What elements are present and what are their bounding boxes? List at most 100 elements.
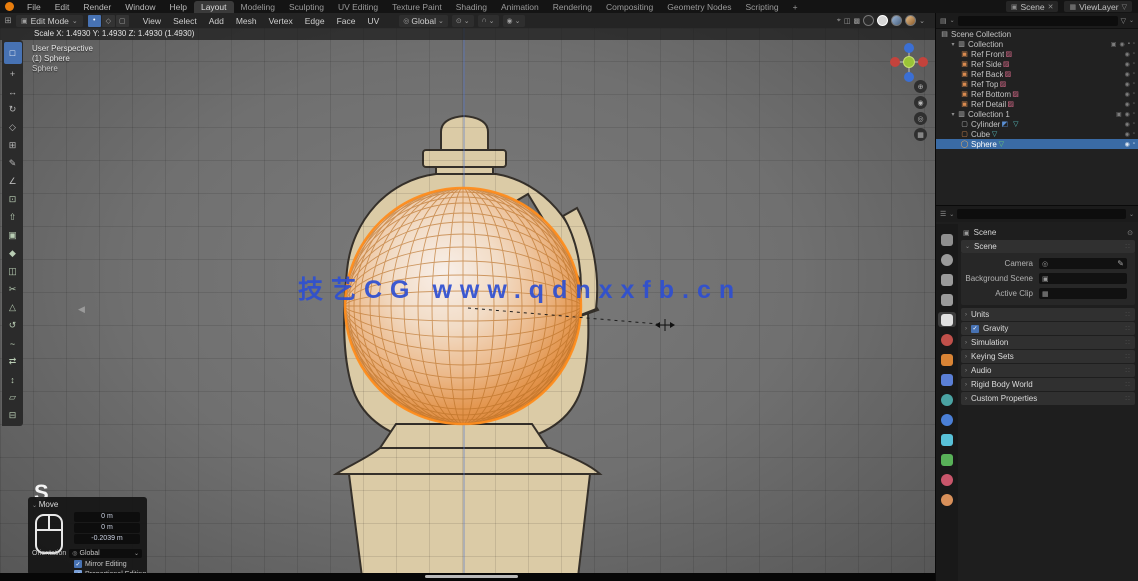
tab-particles[interactable] [938, 392, 956, 407]
unlink-icon[interactable]: ✕ [1048, 3, 1054, 11]
disable-render-icon[interactable]: ▫ [1133, 101, 1135, 108]
outliner-row-ref-detail[interactable]: ▣ Ref Detail ▨ ◉ ▫ [936, 99, 1138, 109]
tool-rip-region[interactable]: ⊟ [4, 407, 22, 424]
tab-render[interactable] [938, 252, 956, 267]
tab-object[interactable] [938, 352, 956, 367]
exclude-checkbox[interactable]: ▣ [1116, 111, 1122, 118]
outliner-row-collection[interactable]: ▾ ▥ Collection ▣ ◉ ▪ ▫ [936, 39, 1138, 49]
camera-field[interactable]: ◎ ✎ [1039, 258, 1127, 269]
axis-y-positive[interactable] [903, 56, 915, 68]
outliner-search-input[interactable] [958, 16, 1118, 26]
tool-loop-cut[interactable]: ◫ [4, 263, 22, 280]
menu-face[interactable]: Face [331, 16, 362, 26]
tool-select-box[interactable]: □ [4, 42, 22, 64]
tab-physics[interactable] [938, 412, 956, 427]
menu-window[interactable]: Window [118, 2, 162, 12]
outliner-row-cylinder[interactable]: ▢ Cylinder ◩ ▽ ◉ ▫ [936, 119, 1138, 129]
tab-material[interactable] [938, 472, 956, 487]
shading-wireframe-button[interactable] [863, 15, 874, 26]
tab-modifiers[interactable] [938, 372, 956, 387]
menu-select[interactable]: Select [167, 16, 203, 26]
gravity-checkbox[interactable]: ✓ [971, 325, 979, 333]
disable-render-icon[interactable]: ▫ [1133, 141, 1135, 148]
outliner-row-ref-front[interactable]: ▣ Ref Front ▨ ◉ ▫ [936, 49, 1138, 59]
tab-world[interactable] [938, 332, 956, 347]
hide-eye-icon[interactable]: ◉ [1125, 101, 1130, 108]
hide-eye-icon[interactable]: ◉ [1125, 71, 1130, 78]
tool-bevel[interactable]: ◆ [4, 245, 22, 262]
tab-constraints[interactable] [938, 432, 956, 447]
scene-selector[interactable]: ▣ Scene ✕ [1006, 1, 1059, 12]
tool-transform[interactable]: ⊞ [4, 137, 22, 154]
disable-render-icon[interactable]: ▫ [1133, 71, 1135, 78]
hide-eye-icon[interactable]: ◉ [1125, 141, 1130, 148]
tab-view-layer[interactable] [938, 292, 956, 307]
move-x-field[interactable]: 0 m [74, 512, 140, 522]
filter-icon[interactable]: ▽ [1122, 3, 1127, 11]
blender-logo-icon[interactable] [5, 2, 14, 11]
panel-simulation[interactable]: › Simulation :: [961, 336, 1135, 349]
panel-rigid-body-world[interactable]: › Rigid Body World :: [961, 378, 1135, 391]
workspace-tab-scripting[interactable]: Scripting [739, 1, 786, 13]
hide-eye-icon[interactable]: ◉ [1119, 41, 1124, 48]
disable-render-icon[interactable]: ▫ [1133, 51, 1135, 58]
disable-render-icon[interactable]: ▫ [1133, 81, 1135, 88]
viewport-canvas[interactable]: Scale X: 1.4930 Y: 1.4930 Z: 1.4930 (1.4… [0, 28, 935, 581]
hide-eye-icon[interactable]: ◉ [1125, 131, 1130, 138]
pivot-point-dropdown[interactable]: ⊙ ⌄ [452, 15, 474, 27]
tab-output[interactable] [938, 272, 956, 287]
workspace-tab-shading[interactable]: Shading [449, 1, 494, 13]
menu-edge[interactable]: Edge [299, 16, 331, 26]
tool-scale[interactable]: ◇ [4, 119, 22, 136]
menu-render[interactable]: Render [76, 2, 118, 12]
add-workspace-button[interactable]: + [786, 1, 805, 13]
disable-viewport-icon[interactable]: ▪ [1128, 41, 1130, 48]
tab-texture[interactable] [938, 492, 956, 507]
axis-x-negative[interactable] [890, 57, 900, 67]
orientation-dropdown[interactable]: ◎ Global ⌄ [69, 549, 142, 558]
face-select-button[interactable]: ▢ [116, 15, 129, 27]
panel-keying-sets[interactable]: › Keying Sets :: [961, 350, 1135, 363]
workspace-tab-geometry-nodes[interactable]: Geometry Nodes [660, 1, 738, 13]
hide-eye-icon[interactable]: ◉ [1125, 81, 1130, 88]
disable-render-icon[interactable]: ▫ [1133, 131, 1135, 138]
tool-cursor[interactable]: + [4, 65, 22, 82]
tool-rotate[interactable]: ↻ [4, 101, 22, 118]
filter-funnel-icon[interactable]: ▽ [1121, 17, 1126, 25]
tool-spin[interactable]: ↺ [4, 317, 22, 334]
tab-scene[interactable] [938, 312, 956, 327]
tool-edge-slide[interactable]: ⇄ [4, 353, 22, 370]
axis-z-positive[interactable] [904, 43, 914, 53]
editor-type-icon[interactable]: ⊞ [0, 15, 16, 26]
properties-search-input[interactable] [957, 209, 1126, 219]
pin-icon[interactable]: ⊙ [1127, 229, 1133, 237]
panel-units[interactable]: › Units :: [961, 308, 1135, 321]
workspace-tab-modeling[interactable]: Modeling [234, 1, 283, 13]
menu-file[interactable]: File [20, 2, 48, 12]
transform-orientation-dropdown[interactable]: ◎ Global ⌄ [399, 15, 448, 27]
workspace-tab-texture-paint[interactable]: Texture Paint [385, 1, 449, 13]
xray-icon[interactable]: ▩ [854, 17, 861, 25]
disable-render-icon[interactable]: ▫ [1133, 111, 1135, 118]
ortho-grid-icon[interactable]: ▦ [914, 128, 927, 141]
camera-view-icon[interactable]: ◎ [914, 112, 927, 125]
outliner-row-ref-bottom[interactable]: ▣ Ref Bottom ▨ ◉ ▫ [936, 89, 1138, 99]
outliner-display-mode-icon[interactable]: ▤ [940, 17, 947, 25]
disable-render-icon[interactable]: ▫ [1133, 41, 1135, 48]
tool-inset-faces[interactable]: ▣ [4, 227, 22, 244]
tool-smooth[interactable]: ~ [4, 335, 22, 352]
panel-gravity[interactable]: › ✓ Gravity :: [961, 322, 1135, 335]
eyedropper-icon[interactable]: ✎ [1117, 259, 1124, 268]
hide-eye-icon[interactable]: ◉ [1125, 61, 1130, 68]
menu-mesh[interactable]: Mesh [230, 16, 263, 26]
panel-audio[interactable]: › Audio :: [961, 364, 1135, 377]
tool-move[interactable]: ↔ [4, 83, 22, 100]
workspace-tab-uv-editing[interactable]: UV Editing [331, 1, 385, 13]
active-clip-field[interactable]: ▦ [1039, 288, 1127, 299]
shading-solid-button[interactable] [877, 15, 888, 26]
hide-eye-icon[interactable]: ◉ [1125, 51, 1130, 58]
outliner-row-cube[interactable]: ▢ Cube ▽ ◉ ▫ [936, 129, 1138, 139]
outliner-row-sphere-selected[interactable]: ◯ Sphere ▽ ◉ ▫ [936, 139, 1138, 149]
background-scene-field[interactable]: ▣ [1039, 273, 1127, 284]
snap-dropdown[interactable]: ∩ ⌄ [478, 15, 499, 27]
